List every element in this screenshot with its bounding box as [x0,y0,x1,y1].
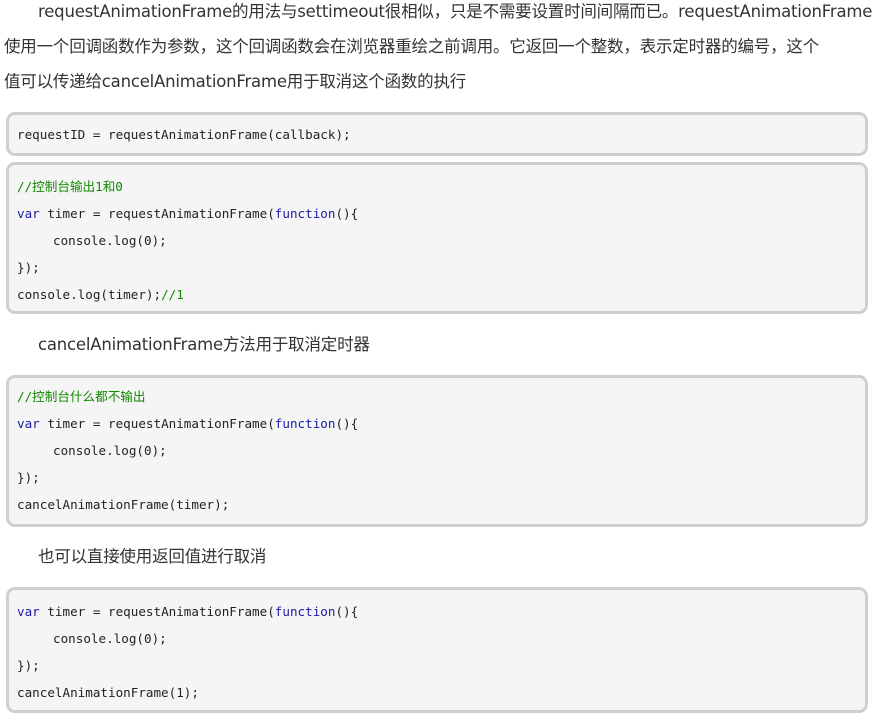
intro-line-2: 使用一个回调函数作为参数，这个回调函数会在浏览器重绘之前调用。它返回一个整数，表… [4,37,820,56]
code-line: console.log(0); [53,443,167,458]
code-line: var timer = requestAnimationFrame(functi… [17,416,359,431]
code-line: var timer = requestAnimationFrame(functi… [17,604,359,619]
intro-paragraph: requestAnimationFrame的用法与settimeout很相似，只… [4,0,884,99]
code-block-console-output: //控制台输出1和0 var timer = requestAnimationF… [6,162,868,314]
keyword-function: function [274,604,336,619]
code-line: cancelAnimationFrame(1); [17,685,199,700]
code-line: var timer = requestAnimationFrame(functi… [17,206,359,221]
code-line: }); [17,658,40,673]
code-comment: //1 [161,287,184,302]
code-line: console.log(timer);//1 [17,287,184,302]
code-line: }); [17,470,40,485]
code-block-request-id: requestID = requestAnimationFrame(callba… [6,112,868,156]
keyword-var: var [17,206,40,221]
intro-line-1: requestAnimationFrame的用法与settimeout很相似，只… [38,2,873,21]
code-line: requestID = requestAnimationFrame(callba… [17,127,351,142]
code-comment: //控制台输出1和0 [17,179,123,194]
code-comment: //控制台什么都不输出 [17,389,146,404]
return-value-paragraph: 也可以直接使用返回值进行取消 [38,547,267,566]
keyword-function: function [274,416,336,431]
cancel-paragraph: cancelAnimationFrame方法用于取消定时器 [38,335,370,354]
intro-line-3: 值可以传递给cancelAnimationFrame用于取消这个函数的执行 [4,72,467,91]
code-line: console.log(0); [53,631,167,646]
code-block-cancel-timer: //控制台什么都不输出 var timer = requestAnimation… [6,375,868,527]
code-line: cancelAnimationFrame(timer); [17,497,230,512]
code-block-cancel-direct: var timer = requestAnimationFrame(functi… [6,587,868,713]
keyword-var: var [17,416,40,431]
code-line: }); [17,260,40,275]
keyword-function: function [274,206,336,221]
code-line: console.log(0); [53,233,167,248]
keyword-var: var [17,604,40,619]
